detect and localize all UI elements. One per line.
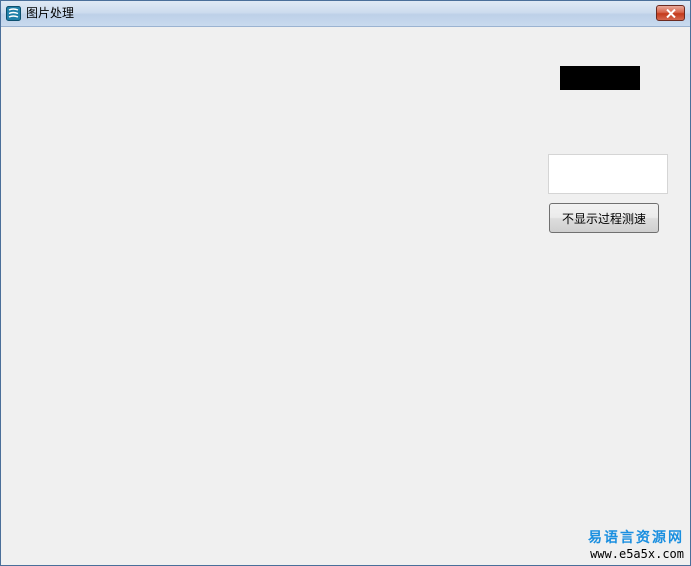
black-preview-box (560, 66, 640, 90)
close-button[interactable] (656, 5, 685, 21)
window-title: 图片处理 (26, 6, 75, 20)
main-window: 图片处理 不显示过程测速 易语言资源网 www.e5a5x.com (0, 0, 691, 566)
speed-result-field[interactable] (548, 154, 668, 194)
watermark-chinese: 易语言资源网 (588, 530, 684, 546)
app-logo-icon (6, 6, 21, 21)
close-x-icon (666, 9, 676, 18)
speed-test-button[interactable]: 不显示过程测速 (549, 203, 659, 233)
watermark-url: www.e5a5x.com (590, 547, 684, 561)
title-bar[interactable]: 图片处理 (1, 1, 690, 27)
watermark: 易语言资源网 www.e5a5x.com (588, 530, 684, 561)
